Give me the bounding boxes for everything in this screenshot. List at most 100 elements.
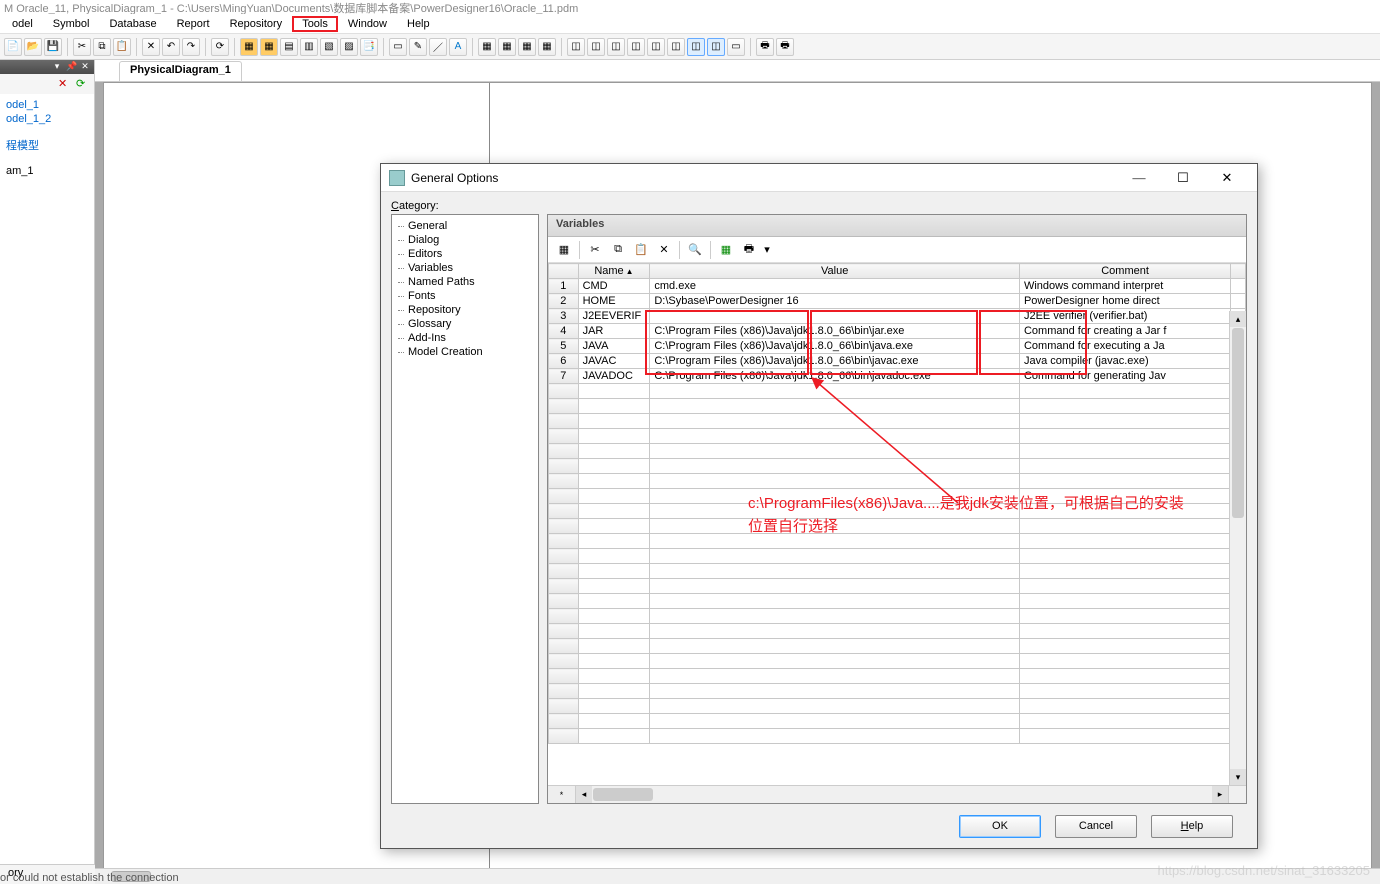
value-cell[interactable]: C:\Program Files (x86)\Java\jdk1.8.0_66\… — [650, 369, 1020, 384]
tb-icon[interactable]: ◫ — [587, 38, 605, 56]
redo-icon[interactable]: ↷ — [182, 38, 200, 56]
refresh-icon[interactable]: ⟳ — [211, 38, 229, 56]
copy-icon[interactable]: ⧉ — [93, 38, 111, 56]
ok-button[interactable]: OK — [959, 815, 1041, 838]
value-cell[interactable]: C:\Program Files (x86)\Java\jdk1.8.0_66\… — [650, 354, 1020, 369]
tree-item[interactable]: am_1 — [2, 164, 92, 178]
table-row[interactable]: 1CMDcmd.exeWindows command interpret — [549, 279, 1246, 294]
table-row[interactable] — [549, 594, 1246, 609]
name-cell[interactable]: J2EEVERIF — [578, 309, 650, 324]
name-cell[interactable]: HOME — [578, 294, 650, 309]
table-row[interactable] — [549, 459, 1246, 474]
delete-icon[interactable]: ✕ — [142, 38, 160, 56]
table-row[interactable]: 6JAVACC:\Program Files (x86)\Java\jdk1.8… — [549, 354, 1246, 369]
name-cell[interactable]: JAVAC — [578, 354, 650, 369]
table-row[interactable] — [549, 714, 1246, 729]
category-item[interactable]: Repository — [394, 303, 536, 317]
tb-icon[interactable]: ▦ — [478, 38, 496, 56]
help-button[interactable]: Help — [1151, 815, 1233, 838]
table-row[interactable]: 2HOMED:\Sybase\PowerDesigner 16PowerDesi… — [549, 294, 1246, 309]
comment-cell[interactable]: J2EE verifier (verifier.bat) — [1019, 309, 1230, 324]
tb-icon[interactable]: ／ — [429, 38, 447, 56]
category-tree[interactable]: GeneralDialogEditorsVariablesNamed Paths… — [391, 214, 539, 804]
table-row[interactable]: 4JARC:\Program Files (x86)\Java\jdk1.8.0… — [549, 324, 1246, 339]
v-scrollbar[interactable]: ▴▾ — [1229, 311, 1246, 785]
print-icon[interactable]: 🖶 — [756, 38, 774, 56]
name-header[interactable]: Name▲ — [578, 264, 650, 279]
find-icon[interactable]: 🔍 — [685, 240, 705, 260]
cancel-button[interactable]: Cancel — [1055, 815, 1137, 838]
comment-cell[interactable]: Java compiler (javac.exe) — [1019, 354, 1230, 369]
table-row[interactable]: 5JAVAC:\Program Files (x86)\Java\jdk1.8.… — [549, 339, 1246, 354]
comment-header[interactable]: Comment — [1019, 264, 1230, 279]
table-row[interactable] — [549, 699, 1246, 714]
delete-icon[interactable]: ✕ — [654, 240, 674, 260]
tb-icon[interactable]: A — [449, 38, 467, 56]
table-row[interactable] — [549, 384, 1246, 399]
menu-report[interactable]: Report — [167, 16, 220, 32]
name-cell[interactable]: CMD — [578, 279, 650, 294]
excel-icon[interactable]: ▦ — [716, 240, 736, 260]
refresh-icon[interactable]: ⟳ — [76, 77, 90, 91]
tb-icon[interactable]: ▨ — [340, 38, 358, 56]
tb-icon[interactable]: ▦ — [538, 38, 556, 56]
tb-icon[interactable]: 🖶 — [776, 38, 794, 56]
name-cell[interactable]: JAVA — [578, 339, 650, 354]
value-cell[interactable]: D:\Sybase\PowerDesigner 16 — [650, 294, 1020, 309]
new-icon[interactable]: 📄 — [4, 38, 22, 56]
table-row[interactable] — [549, 609, 1246, 624]
table-row[interactable] — [549, 474, 1246, 489]
menu-repository[interactable]: Repository — [220, 16, 293, 32]
menu-odel[interactable]: odel — [2, 16, 43, 32]
category-item[interactable]: Glossary — [394, 317, 536, 331]
pin-icon[interactable]: ▾ — [52, 62, 62, 72]
tb-icon[interactable]: ▭ — [727, 38, 745, 56]
table-row[interactable] — [549, 444, 1246, 459]
tree-item[interactable]: 程模型 — [2, 136, 92, 154]
undo-icon[interactable]: ↶ — [162, 38, 180, 56]
tb-icon[interactable]: ▭ — [389, 38, 407, 56]
value-cell[interactable]: C:\Program Files (x86)\Java\jdk1.8.0_66\… — [650, 324, 1020, 339]
tb-icon[interactable]: ◫ — [707, 38, 725, 56]
value-header[interactable]: Value — [650, 264, 1020, 279]
save-icon[interactable]: 💾 — [44, 38, 62, 56]
pencil-icon[interactable]: ✎ — [409, 38, 427, 56]
table-row[interactable] — [549, 534, 1246, 549]
h-scrollbar[interactable]: ◂▸ — [576, 786, 1228, 803]
properties-icon[interactable]: ▦ — [554, 240, 574, 260]
menu-database[interactable]: Database — [99, 16, 166, 32]
menu-help[interactable]: Help — [397, 16, 440, 32]
tb-icon[interactable]: ▦ — [498, 38, 516, 56]
table-row[interactable]: 7JAVADOCC:\Program Files (x86)\Java\jdk1… — [549, 369, 1246, 384]
close-icon[interactable]: ✕ — [80, 62, 90, 72]
table-row[interactable] — [549, 624, 1246, 639]
paste-icon[interactable]: 📋 — [113, 38, 131, 56]
table-row[interactable] — [549, 399, 1246, 414]
value-cell[interactable]: cmd.exe — [650, 279, 1020, 294]
comment-cell[interactable]: Command for generating Jav — [1019, 369, 1230, 384]
value-cell[interactable] — [650, 309, 1020, 324]
category-item[interactable]: Editors — [394, 247, 536, 261]
tb-icon[interactable]: ◫ — [667, 38, 685, 56]
category-item[interactable]: Fonts — [394, 289, 536, 303]
print-icon[interactable]: 🖶 — [739, 240, 759, 260]
name-cell[interactable]: JAR — [578, 324, 650, 339]
category-item[interactable]: Dialog — [394, 233, 536, 247]
menu-tools[interactable]: Tools — [292, 16, 338, 32]
table-row[interactable] — [549, 549, 1246, 564]
pin-icon[interactable]: 📌 — [66, 62, 76, 72]
tb-icon[interactable]: ▦ — [240, 38, 258, 56]
paste-icon[interactable]: 📋 — [631, 240, 651, 260]
object-tree[interactable]: odel_1odel_1_2程模型am_1 — [0, 94, 94, 884]
menu-symbol[interactable]: Symbol — [43, 16, 100, 32]
document-tab[interactable]: PhysicalDiagram_1 — [119, 61, 242, 81]
tree-item[interactable]: odel_1_2 — [2, 112, 92, 126]
comment-cell[interactable]: Command for creating a Jar f — [1019, 324, 1230, 339]
comment-cell[interactable]: Command for executing a Ja — [1019, 339, 1230, 354]
close-icon[interactable]: ✕ — [1205, 165, 1249, 191]
name-cell[interactable]: JAVADOC — [578, 369, 650, 384]
category-item[interactable]: General — [394, 219, 536, 233]
table-row[interactable] — [549, 414, 1246, 429]
tb-icon[interactable]: ▦ — [518, 38, 536, 56]
table-row[interactable] — [549, 519, 1246, 534]
